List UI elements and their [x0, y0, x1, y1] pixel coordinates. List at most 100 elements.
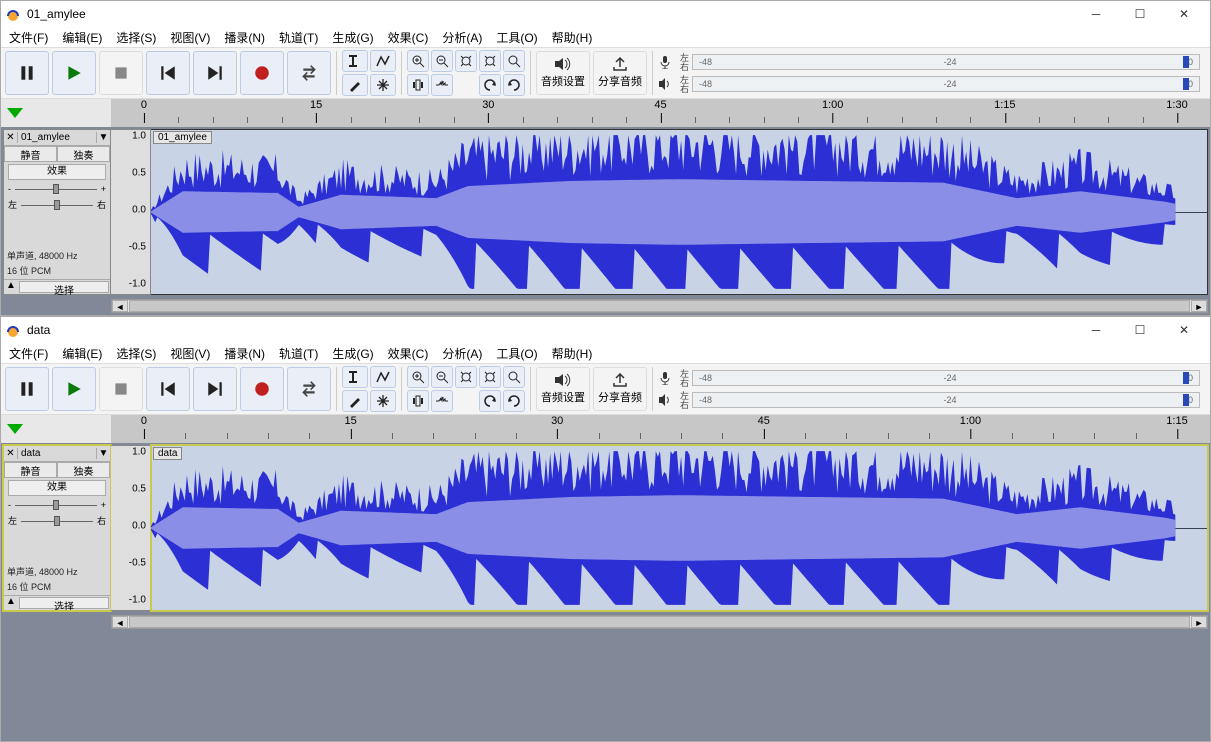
menu-edit[interactable]: 编辑(E) [62, 345, 102, 362]
audio-setup-button[interactable]: 音频设置 [536, 367, 590, 411]
draw-tool-button[interactable] [342, 390, 368, 412]
scroll-thumb[interactable] [129, 300, 1190, 312]
time-ruler[interactable]: 01530451:001:15 [111, 415, 1210, 443]
fit-project-button[interactable] [479, 50, 501, 72]
zoom-toggle-button[interactable] [503, 50, 525, 72]
fit-project-button[interactable] [479, 366, 501, 388]
playback-meter[interactable]: -48-240 [692, 76, 1200, 92]
menu-effect[interactable]: 效果(C) [388, 29, 429, 46]
trim-button[interactable] [407, 74, 429, 96]
menu-help[interactable]: 帮助(H) [552, 29, 593, 46]
close-button[interactable]: ✕ [1162, 1, 1206, 27]
redo-button[interactable] [503, 390, 525, 412]
draw-tool-button[interactable] [342, 74, 368, 96]
clip-name[interactable]: 01_amylee [153, 131, 212, 144]
menu-select[interactable]: 选择(S) [116, 29, 156, 46]
time-ruler[interactable]: 01530451:001:151:30 [111, 99, 1210, 127]
multi-tool-button[interactable] [370, 390, 396, 412]
gain-slider[interactable] [15, 500, 97, 510]
play-button[interactable] [52, 51, 96, 95]
zoom-toggle-button[interactable] [503, 366, 525, 388]
effects-button[interactable]: 效果 [8, 480, 106, 496]
menu-transport[interactable]: 播录(N) [224, 29, 265, 46]
record-button[interactable] [240, 367, 284, 411]
minimize-button[interactable]: ─ [1074, 1, 1118, 27]
scroll-left-button[interactable]: ◄ [112, 300, 128, 312]
menu-file[interactable]: 文件(F) [9, 345, 48, 362]
track-close-button[interactable]: ✕ [4, 132, 18, 143]
zoom-out-button[interactable] [431, 50, 453, 72]
timeline[interactable]: 01530451:001:151:30 [1, 99, 1210, 127]
selection-tool-button[interactable] [342, 50, 368, 72]
menu-tracks[interactable]: 轨道(T) [279, 345, 318, 362]
pan-slider[interactable] [21, 200, 93, 210]
menu-generate[interactable]: 生成(G) [332, 29, 373, 46]
zoom-in-button[interactable] [407, 366, 429, 388]
skip-start-button[interactable] [146, 51, 190, 95]
menu-help[interactable]: 帮助(H) [552, 345, 593, 362]
solo-button[interactable]: 独奏 [57, 462, 110, 478]
skip-start-button[interactable] [146, 367, 190, 411]
scroll-left-button[interactable]: ◄ [112, 616, 128, 628]
h-scrollbar[interactable]: ◄► [111, 299, 1208, 313]
envelope-tool-button[interactable] [370, 50, 396, 72]
menu-select[interactable]: 选择(S) [116, 345, 156, 362]
undo-button[interactable] [479, 74, 501, 96]
maximize-button[interactable]: ☐ [1118, 317, 1162, 343]
redo-button[interactable] [503, 74, 525, 96]
record-button[interactable] [240, 51, 284, 95]
trim-button[interactable] [407, 390, 429, 412]
h-scrollbar[interactable]: ◄► [111, 615, 1208, 629]
gain-slider[interactable] [15, 184, 97, 194]
menu-tools[interactable]: 工具(O) [496, 29, 537, 46]
track-menu-button[interactable]: ▼ [96, 132, 110, 143]
selection-tool-button[interactable] [342, 366, 368, 388]
undo-button[interactable] [479, 390, 501, 412]
zoom-out-button[interactable] [431, 366, 453, 388]
menu-view[interactable]: 视图(V) [170, 29, 210, 46]
fit-selection-button[interactable] [455, 50, 477, 72]
menu-edit[interactable]: 编辑(E) [62, 29, 102, 46]
menu-effect[interactable]: 效果(C) [388, 345, 429, 362]
effects-button[interactable]: 效果 [8, 164, 106, 180]
playback-meter[interactable]: -48-240 [692, 392, 1200, 408]
solo-button[interactable]: 独奏 [57, 146, 110, 162]
menu-transport[interactable]: 播录(N) [224, 345, 265, 362]
scroll-right-button[interactable]: ► [1191, 616, 1207, 628]
waveform-view[interactable]: 01_amylee [151, 129, 1208, 295]
waveform-view[interactable]: data [151, 445, 1208, 611]
record-meter[interactable]: -48-240 [692, 54, 1200, 70]
menu-generate[interactable]: 生成(G) [332, 345, 373, 362]
silence-button[interactable] [431, 390, 453, 412]
play-button[interactable] [52, 367, 96, 411]
clip-name[interactable]: data [153, 447, 182, 460]
track-menu-button[interactable]: ▼ [96, 448, 110, 459]
maximize-button[interactable]: ☐ [1118, 1, 1162, 27]
share-audio-button[interactable]: 分享音频 [593, 367, 647, 411]
scroll-thumb[interactable] [129, 616, 1190, 628]
track-close-button[interactable]: ✕ [4, 448, 18, 459]
close-button[interactable]: ✕ [1162, 317, 1206, 343]
envelope-tool-button[interactable] [370, 366, 396, 388]
menu-file[interactable]: 文件(F) [9, 29, 48, 46]
pause-button[interactable] [5, 367, 49, 411]
pause-button[interactable] [5, 51, 49, 95]
share-audio-button[interactable]: 分享音频 [593, 51, 647, 95]
pan-slider[interactable] [21, 516, 93, 526]
playhead-icon[interactable] [7, 424, 23, 434]
stop-button[interactable] [99, 367, 143, 411]
multi-tool-button[interactable] [370, 74, 396, 96]
stop-button[interactable] [99, 51, 143, 95]
collapse-button[interactable]: ▲ [4, 596, 18, 610]
audio-setup-button[interactable]: 音频设置 [536, 51, 590, 95]
mute-button[interactable]: 静音 [4, 462, 57, 478]
silence-button[interactable] [431, 74, 453, 96]
collapse-button[interactable]: ▲ [4, 280, 18, 294]
skip-end-button[interactable] [193, 51, 237, 95]
track-select-button[interactable]: 选择 [19, 597, 109, 609]
menu-tools[interactable]: 工具(O) [496, 345, 537, 362]
loop-button[interactable] [287, 367, 331, 411]
scroll-right-button[interactable]: ► [1191, 300, 1207, 312]
timeline[interactable]: 01530451:001:15 [1, 415, 1210, 443]
fit-selection-button[interactable] [455, 366, 477, 388]
